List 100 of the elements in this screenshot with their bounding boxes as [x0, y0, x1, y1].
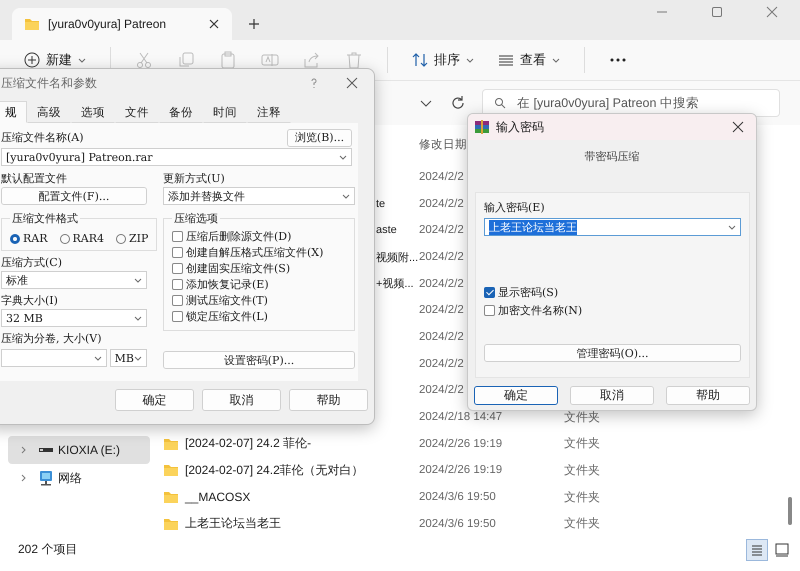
date-cell: 2024/2/2 [419, 251, 464, 263]
radio-button[interactable] [10, 234, 20, 244]
close-icon[interactable] [346, 77, 358, 89]
type-cell: 文件夹 [564, 408, 600, 426]
checkbox-label[interactable]: 加密文件名称(N) [498, 302, 582, 318]
checkbox-label[interactable]: 显示密码(S) [498, 284, 558, 300]
date-cell: 2024/2/2 [419, 304, 464, 316]
more-icon[interactable] [609, 58, 627, 62]
checkbox[interactable] [172, 294, 183, 306]
file-name[interactable]: __MACOSX [185, 490, 250, 504]
view-button[interactable]: 查看 [498, 51, 560, 69]
folder-icon [163, 489, 179, 506]
chevron-down-icon[interactable] [728, 223, 736, 231]
date-cell: 2024/2/26 19:19 [419, 438, 502, 450]
details-view-icon[interactable] [746, 538, 768, 560]
chevron-right-icon[interactable] [20, 446, 28, 454]
chevron-down-icon[interactable] [134, 276, 142, 284]
dialog-button[interactable]: 帮助 [289, 389, 368, 411]
nav-item[interactable]: 网络 [8, 464, 150, 492]
dialog-button[interactable]: 确定 [115, 389, 194, 411]
sort-button[interactable]: 排序 [412, 51, 474, 69]
radio-label[interactable]: RAR [23, 232, 48, 245]
checkbox[interactable] [172, 310, 183, 322]
checkbox[interactable] [172, 230, 183, 242]
chevron-down-icon[interactable] [342, 192, 350, 200]
set-password-button[interactable]: 设置密码(P)... [163, 351, 355, 369]
folder-icon [163, 462, 179, 478]
browse-button[interactable]: 浏览(B)... [287, 128, 352, 146]
network-icon [38, 470, 54, 486]
file-name[interactable]: te [376, 198, 386, 210]
chevron-down-icon[interactable] [134, 314, 142, 322]
checkbox-label[interactable]: 添加恢复记录(E) [186, 276, 269, 292]
checkbox-label[interactable]: 测试压缩文件(T) [186, 292, 268, 308]
window-tab[interactable]: [yura0v0yura] Patreon [12, 8, 232, 40]
field-label: 更新方式(U) [163, 171, 226, 187]
new-button[interactable]: 新建 [24, 51, 86, 69]
file-name[interactable]: aste [376, 224, 397, 236]
update-mode-combo[interactable]: 添加并替换文件 [163, 187, 355, 205]
date-cell: 2024/2/2 [419, 170, 464, 183]
chevron-down-icon[interactable] [134, 354, 142, 362]
date-cell: 2024/2/2 [419, 358, 464, 370]
radio-label[interactable]: RAR4 [72, 232, 104, 245]
group-title: 压缩文件格式 [11, 211, 79, 226]
dialog-button[interactable]: 帮助 [666, 386, 750, 405]
field-label: 输入密码(E) [484, 200, 546, 216]
checkbox[interactable] [484, 286, 495, 298]
column-header[interactable]: 修改日期 [419, 136, 467, 152]
file-name[interactable]: [2024-02-07] 24.2菲伦（无对白） [185, 462, 364, 479]
checkbox-label[interactable]: 压缩后删除源文件(D) [186, 228, 292, 244]
type-cell: 文件夹 [564, 488, 600, 506]
field-label: 压缩方式(C) [1, 255, 63, 271]
dialog-button[interactable]: 确定 [474, 386, 558, 405]
checkbox[interactable] [172, 246, 183, 258]
scrollbar-thumb[interactable] [788, 497, 792, 525]
clipboard-icon[interactable] [219, 51, 237, 69]
checkbox-label[interactable]: 锁定压缩文件(L) [186, 308, 268, 324]
checkbox[interactable] [172, 278, 183, 290]
manage-passwords-button[interactable]: 管理密码(O)... [484, 344, 741, 362]
date-cell: 2024/2/2 [419, 224, 464, 236]
file-name[interactable]: [2024-02-07] 24.2 菲伦- [185, 435, 312, 452]
checkbox[interactable] [172, 262, 183, 274]
type-cell: 文件夹 [564, 462, 600, 479]
chevron-down-icon[interactable] [94, 354, 102, 362]
close-icon[interactable] [732, 121, 744, 133]
refresh-icon[interactable] [450, 95, 466, 111]
chevron-right-icon[interactable] [20, 474, 28, 482]
radio-label[interactable]: ZIP [129, 232, 148, 245]
search-icon [494, 97, 506, 109]
file-name[interactable]: +视频... [376, 276, 414, 292]
plus-icon[interactable] [248, 18, 260, 30]
date-cell: 2024/3/6 19:50 [419, 518, 496, 530]
dialog-title: 输入密码 [496, 118, 544, 136]
checkbox-label[interactable]: 创建固实压缩文件(S) [186, 260, 290, 276]
plus-circle-icon [24, 52, 40, 68]
archive-name-combo[interactable]: [yura0v0yura] Patreon.rar [1, 148, 352, 166]
password-combo[interactable]: 上老王论坛当老王 [484, 218, 741, 236]
checkbox-label[interactable]: 创建自解压格式压缩文件(X) [186, 244, 324, 260]
nav-item[interactable]: KIOXIA (E:) [8, 436, 150, 464]
profiles-button[interactable]: 配置文件(F)... [1, 187, 147, 205]
dialog-button[interactable]: 取消 [570, 386, 654, 405]
field-label: 默认配置文件 [1, 171, 68, 187]
date-cell: 2024/3/6 19:50 [419, 491, 496, 504]
item-count: 202 个项目 [18, 541, 78, 558]
dictionary-combo[interactable]: 32 MB [1, 309, 147, 327]
radio-button[interactable] [116, 234, 126, 244]
maximize-icon[interactable] [711, 6, 723, 18]
file-name[interactable]: 上老王论坛当老王 [185, 515, 281, 532]
radio-button[interactable] [60, 234, 70, 244]
dialog-button[interactable]: 取消 [202, 389, 281, 411]
date-cell: 2024/2/18 14:47 [419, 411, 502, 424]
dialog-tab[interactable]: 规 [0, 101, 27, 123]
chevron-down-icon[interactable] [339, 153, 347, 161]
checkbox[interactable] [484, 304, 495, 316]
caret-icon [552, 56, 560, 64]
file-name[interactable]: 视频附... [376, 250, 418, 264]
type-cell: 文件夹 [564, 435, 600, 452]
date-cell: 2024/2/2 [419, 331, 464, 344]
close-icon[interactable] [208, 18, 220, 30]
volume-unit-combo[interactable]: MB [110, 349, 147, 367]
method-combo[interactable]: 标准 [1, 271, 147, 289]
